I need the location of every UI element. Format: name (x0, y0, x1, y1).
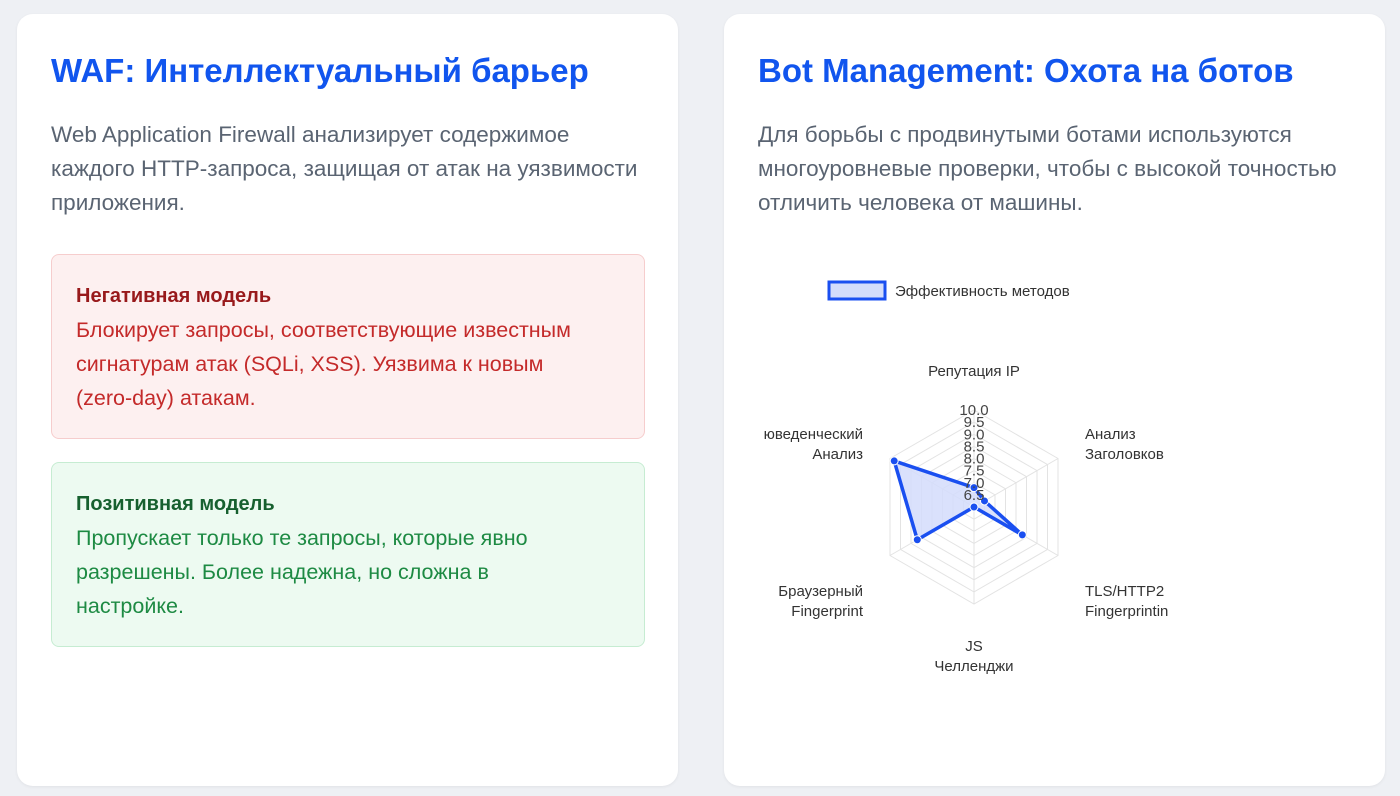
positive-model-description: Пропускает только те запросы, которые яв… (76, 526, 528, 618)
axis-label: Челленджи (934, 658, 1013, 675)
data-point (969, 502, 979, 512)
waf-card: WAF: Интеллектуальный барьер Web Applica… (17, 14, 678, 786)
axis-label: юведенческий (764, 426, 863, 443)
positive-model-box: Позитивная модель Пропускает только те з… (51, 462, 645, 647)
axis-label: Анализ (812, 446, 863, 463)
axis-label: Репутация IP (928, 363, 1020, 380)
bot-description: Для борьбы с продвинутыми ботами использ… (758, 122, 1337, 215)
legend-swatch (827, 280, 887, 301)
data-point (1017, 530, 1027, 540)
bot-title: Bot Management: Охота на ботов (758, 52, 1294, 89)
bot-management-card: Bot Management: Охота на ботов Для борьб… (724, 14, 1385, 786)
axis-label: Fingerprintin (1085, 603, 1168, 620)
tick-label: 10.0 (959, 402, 988, 419)
series-area (892, 459, 1025, 542)
waf-title: WAF: Интеллектуальный барьер (51, 52, 589, 89)
axis-label: Fingerprint (791, 603, 864, 620)
data-point (889, 456, 899, 466)
positive-model-title: Позитивная модель (76, 493, 275, 515)
axis-label: TLS/HTTP2 (1085, 583, 1164, 600)
negative-model-description: Блокирует запросы, соответствующие извес… (76, 318, 571, 410)
legend-label: Эффективность методов (895, 283, 1070, 300)
negative-model-title: Негативная модель (76, 285, 272, 307)
axis-label: Анализ (1085, 426, 1136, 443)
waf-description: Web Application Firewall анализирует сод… (51, 122, 638, 215)
axis-label: Браузерный (778, 583, 863, 600)
axis-label: Заголовков (1085, 446, 1164, 463)
axis-label: JS (965, 638, 983, 655)
data-point (912, 535, 922, 545)
negative-model-box: Негативная модель Блокирует запросы, соо… (51, 254, 645, 439)
radar-chart: Эффективность методов 6.57.07.58.08.59.0… (764, 280, 1168, 675)
